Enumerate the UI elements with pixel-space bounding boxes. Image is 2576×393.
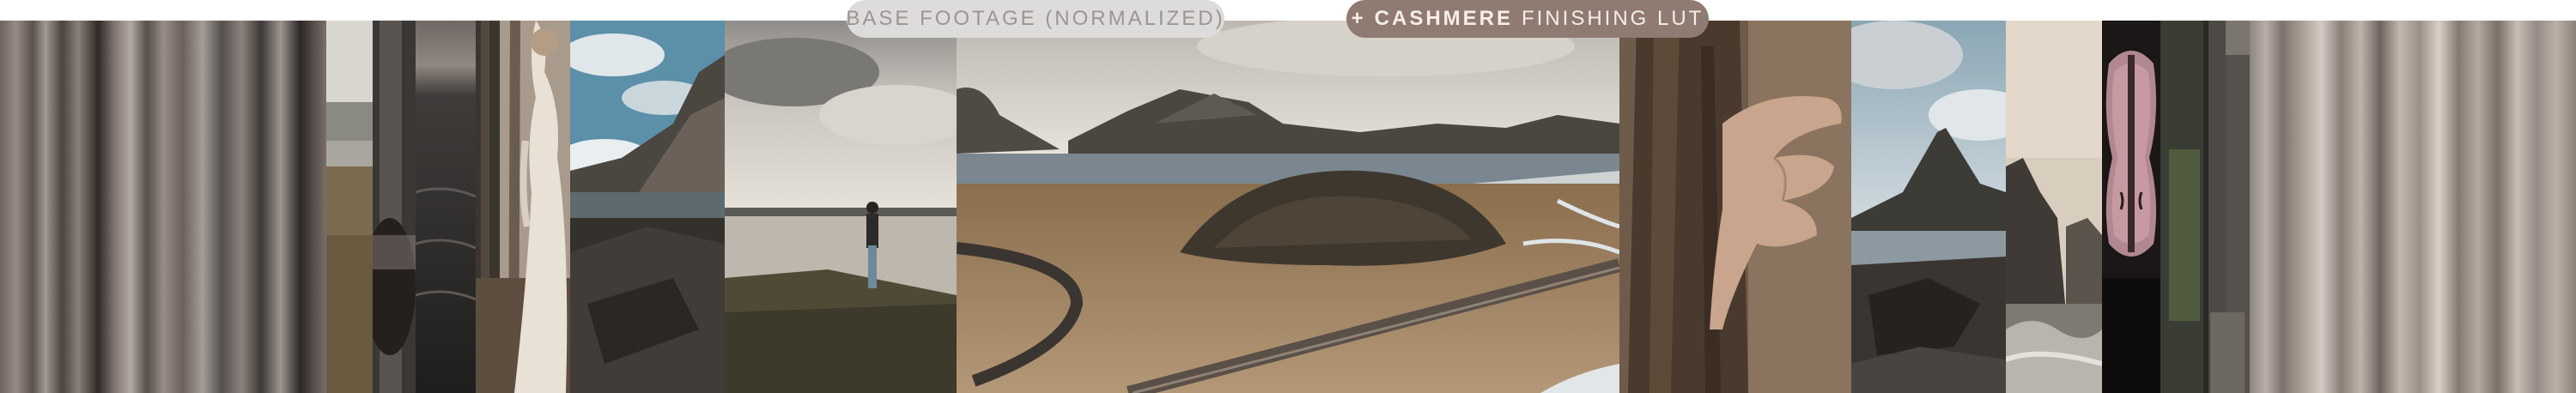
coastal-cliffs-sky-panel bbox=[570, 21, 725, 393]
lut-name-text: CASHMERE bbox=[1374, 7, 1513, 30]
bride-in-lace-dress-panel bbox=[476, 21, 570, 393]
blurred-strip-right-panel bbox=[2250, 21, 2576, 393]
violin-closeup-panel bbox=[2102, 21, 2160, 393]
gray-stone-slice-panel bbox=[373, 21, 416, 393]
dark-green-slice-panel bbox=[2160, 21, 2250, 393]
aerial-road-mountains-panel bbox=[957, 21, 1619, 393]
sea-stack-waves-panel bbox=[2006, 21, 2102, 393]
mountain-lake-thin-panel bbox=[326, 21, 373, 393]
blurred-strip-left-panel bbox=[0, 21, 326, 393]
footage-strip bbox=[0, 21, 2576, 393]
pyramid-mountain-rocky-shore-panel bbox=[1851, 21, 2006, 393]
woman-standing-by-lake-panel bbox=[725, 21, 957, 393]
hand-on-tree-bark-panel bbox=[1619, 21, 1851, 393]
cashmere-lut-label: + CASHMERE FINISHING LUT bbox=[1346, 0, 1709, 38]
base-footage-text: BASE FOOTAGE (NORMALIZED) bbox=[846, 7, 1225, 30]
dark-water-slice-panel bbox=[416, 21, 476, 393]
lut-prefix-text: + bbox=[1351, 7, 1366, 30]
lut-suffix-text: FINISHING LUT bbox=[1522, 7, 1704, 30]
base-footage-label: BASE FOOTAGE (NORMALIZED) bbox=[846, 0, 1225, 38]
